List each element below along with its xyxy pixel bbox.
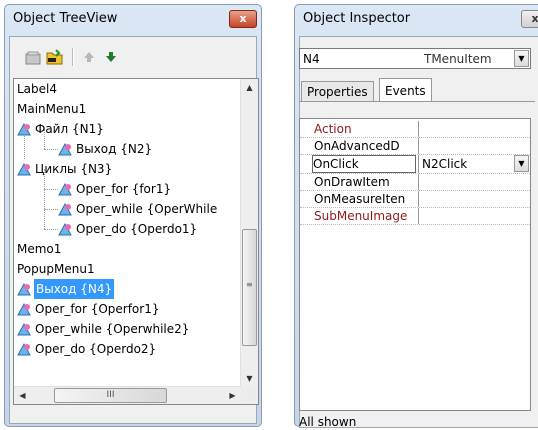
object-tree[interactable]: Label4 MainMenu1 Файл {N1} Выход {N2} Ци…: [13, 78, 259, 405]
node-label: Oper_while {OperWhile: [76, 202, 218, 216]
treeview-client: Label4 MainMenu1 Файл {N1} Выход {N2} Ци…: [9, 36, 259, 424]
property-value[interactable]: [418, 191, 530, 207]
property-name: OnDrawItem: [314, 175, 390, 189]
tree-node[interactable]: Oper_for {for1}: [14, 179, 254, 199]
menu-item-icon: [17, 322, 31, 336]
size-grip[interactable]: [241, 387, 258, 404]
horizontal-scroll-thumb[interactable]: III: [54, 388, 167, 403]
scroll-up-icon[interactable]: ▲: [241, 79, 258, 96]
tree-node-selected[interactable]: Выход {N4}: [14, 279, 254, 299]
tree-node[interactable]: Oper_while {Operwhile2}: [14, 319, 254, 339]
tab-events[interactable]: Events: [379, 78, 432, 102]
tree-node[interactable]: Файл {N1}: [14, 119, 254, 139]
property-row[interactable]: OnAdvancedD: [300, 138, 530, 155]
treeview-title: Object TreeView: [13, 11, 118, 26]
node-label: Oper_for {for1}: [76, 182, 172, 196]
menu-item-icon: [58, 202, 72, 216]
tab-label: Events: [385, 84, 426, 98]
menu-item-icon: [58, 182, 72, 196]
node-label: Memo1: [17, 242, 62, 256]
node-label: Выход {N2}: [76, 142, 153, 156]
tree-vertical-scrollbar[interactable]: ▲ ≡ ▼: [240, 79, 258, 387]
property-name: Action: [314, 122, 352, 136]
property-name: OnMeasureIten: [314, 192, 406, 206]
property-row[interactable]: OnDrawItem: [300, 174, 530, 191]
menu-item-icon: [58, 142, 72, 156]
toolbar-separator: [72, 48, 74, 66]
close-icon: x: [531, 12, 538, 25]
property-name: SubMenuImage: [314, 209, 408, 223]
tree-node[interactable]: Циклы {N3}: [14, 159, 254, 179]
component-name: N4: [303, 52, 320, 66]
component-selector[interactable]: N4 TMenuItem ▼: [299, 48, 531, 69]
new-item-button[interactable]: [46, 49, 64, 65]
tab-panel-border: [299, 101, 535, 102]
move-up-button[interactable]: [80, 49, 98, 65]
inspector-close-button[interactable]: x: [521, 10, 538, 28]
inspector-title: Object Inspector: [303, 11, 411, 26]
property-value[interactable]: [418, 174, 530, 190]
property-name: OnClick: [312, 155, 416, 173]
menu-item-icon: [17, 302, 31, 316]
arrow-down-icon: [106, 52, 116, 62]
arrow-up-icon: [84, 52, 94, 62]
tree-node[interactable]: Oper_do {Operdo2}: [14, 339, 254, 359]
property-name: OnAdvancedD: [314, 139, 400, 153]
delete-icon: [25, 51, 41, 65]
object-treeview-window: Object TreeView x Label4 MainMenu1 Файл …: [4, 4, 262, 427]
property-value[interactable]: [418, 121, 530, 137]
object-inspector-window: Object Inspector x N4 TMenuItem ▼ Proper…: [294, 4, 538, 430]
property-row[interactable]: OnMeasureIten: [300, 191, 530, 208]
property-value[interactable]: [418, 208, 530, 224]
node-label: Oper_while {Operwhile2}: [35, 322, 190, 336]
menu-item-icon: [17, 122, 31, 136]
node-label: Label4: [17, 82, 58, 96]
scroll-right-icon[interactable]: ▶: [224, 387, 241, 404]
tab-label: Properties: [307, 85, 368, 99]
node-label: Oper_do {Operdo1}: [76, 222, 198, 236]
tree-node[interactable]: Выход {N2}: [14, 139, 254, 159]
property-row[interactable]: Action: [300, 121, 530, 138]
node-label: Файл {N1}: [35, 122, 104, 136]
node-label: Выход {N4}: [34, 279, 115, 299]
tree-node[interactable]: Oper_while {OperWhile: [14, 199, 254, 219]
treeview-close-button[interactable]: x: [229, 10, 257, 28]
node-label: Oper_for {Operfor1}: [35, 302, 160, 316]
node-label: Циклы {N3}: [35, 162, 113, 176]
folder-add-icon: [46, 49, 63, 65]
tree-node[interactable]: Oper_do {Operdo1}: [14, 219, 254, 239]
node-label: Oper_do {Operdo2}: [35, 342, 157, 356]
delete-item-button[interactable]: [24, 49, 42, 65]
close-icon: x: [239, 12, 247, 25]
node-label: MainMenu1: [17, 102, 87, 116]
chevron-down-icon[interactable]: ▼: [514, 155, 529, 172]
treeview-titlebar[interactable]: Object TreeView x: [5, 5, 261, 35]
scroll-grip: III: [106, 390, 115, 400]
chevron-down-icon[interactable]: ▼: [514, 50, 529, 67]
menu-item-icon: [17, 282, 31, 296]
tree-node[interactable]: Oper_for {Operfor1}: [14, 299, 254, 319]
status-bar: All shown: [299, 414, 531, 430]
node-label: PopupMenu1: [17, 262, 95, 276]
menu-item-icon: [58, 222, 72, 236]
status-text: All shown: [299, 415, 357, 429]
tab-properties[interactable]: Properties: [301, 81, 374, 101]
menu-item-icon: [17, 342, 31, 356]
menu-item-icon: [17, 162, 31, 176]
events-grid[interactable]: Action OnAdvancedD OnClick N2Click ▼ OnD…: [299, 118, 531, 411]
treeview-toolbar: [10, 37, 256, 77]
property-row-selected[interactable]: OnClick N2Click ▼: [300, 155, 530, 174]
property-value[interactable]: [418, 138, 530, 154]
scroll-left-icon[interactable]: ◀: [14, 387, 31, 404]
property-row[interactable]: SubMenuImage: [300, 208, 530, 225]
inspector-titlebar[interactable]: Object Inspector x: [295, 5, 538, 35]
vertical-scroll-thumb[interactable]: ≡: [242, 229, 257, 346]
tree-horizontal-scrollbar[interactable]: ◀ III ▶: [14, 386, 241, 404]
component-type: TMenuItem: [424, 52, 492, 66]
scroll-down-icon[interactable]: ▼: [241, 370, 258, 387]
move-down-button[interactable]: [102, 49, 120, 65]
